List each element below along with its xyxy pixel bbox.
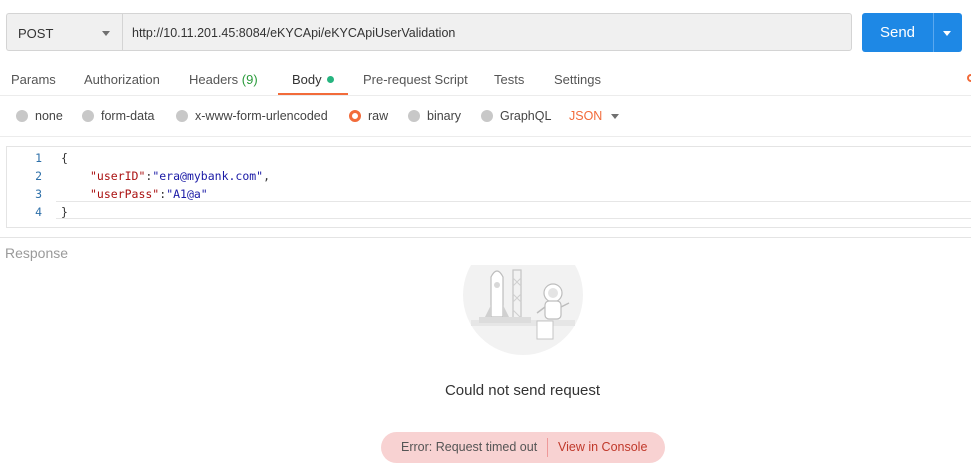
code-line[interactable]: "userID":"era@mybank.com",: [90, 169, 270, 183]
radio-icon: [481, 110, 493, 122]
divider: [0, 237, 971, 238]
brace-close: }: [61, 205, 68, 219]
radio-none[interactable]: none: [16, 109, 63, 123]
headers-count: (9): [241, 72, 258, 87]
line-number: 4: [35, 205, 42, 219]
line-number: 2: [35, 169, 42, 183]
tab-settings[interactable]: Settings: [554, 72, 601, 87]
json-key: "userPass": [90, 187, 160, 201]
divider: [547, 438, 548, 457]
send-options-button[interactable]: [933, 13, 962, 52]
line-number: 1: [35, 151, 42, 165]
radio-label: GraphQL: [500, 109, 552, 123]
tab-body-label: Body: [292, 72, 322, 87]
radio-selected-icon: [349, 110, 361, 122]
method-select[interactable]: POST: [6, 13, 122, 51]
radio-binary[interactable]: binary: [408, 109, 461, 123]
tab-pre-request-script[interactable]: Pre-request Script: [363, 72, 468, 87]
json-value: "era@mybank.com": [152, 169, 264, 183]
divider: [0, 136, 971, 137]
view-in-console-link[interactable]: View in Console: [558, 432, 647, 463]
json-key: "userID": [90, 169, 146, 183]
url-input[interactable]: http://10.11.201.45:8084/eKYCApi/eKYCApi…: [122, 13, 852, 51]
json-comma: ,: [263, 169, 271, 183]
response-title: Response: [5, 245, 69, 261]
format-select[interactable]: JSON: [569, 109, 602, 123]
radio-form-data[interactable]: form-data: [82, 109, 155, 123]
radio-icon: [82, 110, 94, 122]
radio-icon: [16, 110, 28, 122]
astronaut-rocket-illustration-icon: [463, 265, 583, 355]
tab-tests[interactable]: Tests: [494, 72, 524, 87]
cookies-indicator-icon[interactable]: [967, 74, 971, 82]
line-number: 3: [35, 187, 42, 201]
chevron-down-icon: [943, 31, 951, 36]
body-modified-dot-icon: [326, 76, 334, 83]
code-line[interactable]: }: [61, 205, 68, 219]
radio-label: raw: [368, 109, 389, 123]
radio-label: none: [35, 109, 63, 123]
code-line[interactable]: "userPass":"A1@a": [90, 187, 208, 201]
radio-raw[interactable]: raw: [349, 109, 388, 123]
radio-graphql[interactable]: GraphQL: [481, 109, 551, 123]
divider: [0, 95, 971, 96]
tab-params[interactable]: Params: [11, 72, 56, 87]
radio-label: form-data: [101, 109, 155, 123]
radio-label: x-www-form-urlencoded: [195, 109, 328, 123]
radio-label: binary: [427, 109, 462, 123]
chevron-down-icon: [102, 31, 110, 36]
tab-body[interactable]: Body: [292, 72, 334, 87]
tab-headers[interactable]: Headers (9): [189, 72, 258, 87]
method-label: POST: [18, 26, 54, 41]
tab-headers-label: Headers: [189, 72, 239, 87]
error-banner: Error: Request timed out View in Console: [381, 432, 665, 463]
editor-active-line: [56, 201, 971, 219]
code-line[interactable]: {: [61, 151, 68, 165]
radio-icon: [408, 110, 420, 122]
radio-icon: [176, 110, 188, 122]
could-not-send-message: Could not send request: [444, 382, 601, 399]
radio-x-www-form-urlencoded[interactable]: x-www-form-urlencoded: [176, 109, 328, 123]
chevron-down-icon[interactable]: [611, 114, 619, 119]
brace-open: {: [61, 151, 68, 165]
send-button[interactable]: Send: [862, 13, 933, 52]
json-value: "A1@a": [166, 187, 208, 201]
tab-authorization[interactable]: Authorization: [84, 72, 160, 87]
error-text: Error: Request timed out: [401, 440, 538, 454]
